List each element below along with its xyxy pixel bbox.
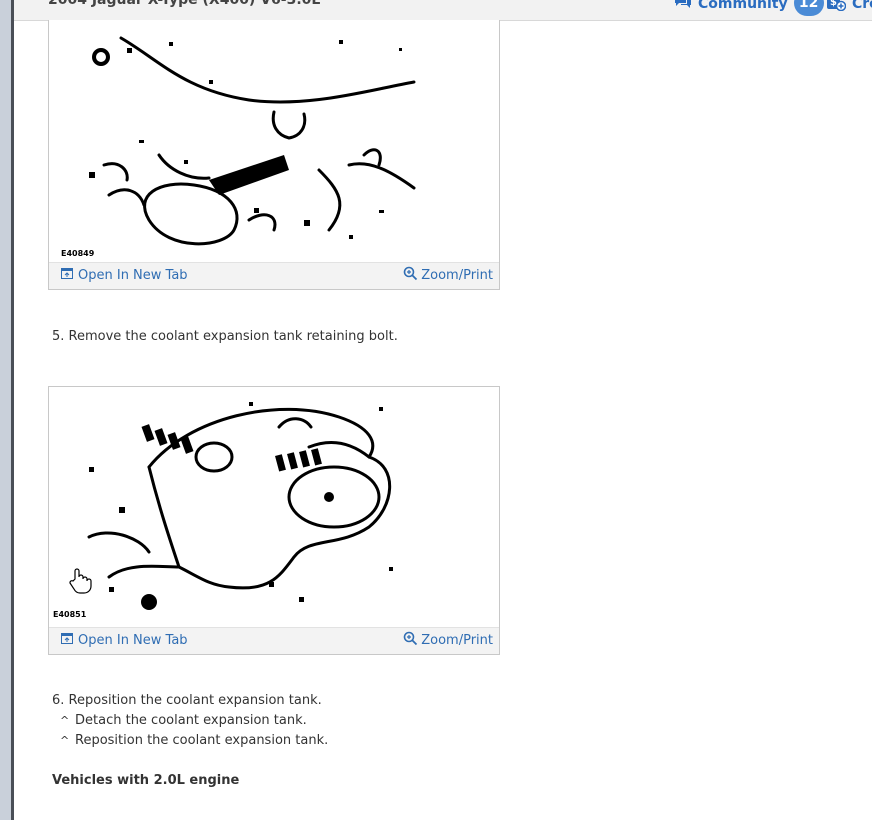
bullet-text: Detach the coolant expansion tank. [75, 713, 307, 728]
community-label: Community [698, 0, 788, 12]
figure-card-1: E40849 Open In New Tab Zoom/Print [48, 20, 500, 290]
hand-cursor-icon [69, 568, 92, 594]
new-tab-icon [61, 633, 73, 648]
caret-marker: ^ [60, 734, 70, 747]
zoom-icon [403, 631, 418, 650]
step-6-text: 6. Reposition the coolant expansion tank… [52, 693, 322, 708]
window-border [11, 0, 14, 820]
new-tab-icon [61, 268, 73, 283]
caret-marker: ^ [60, 714, 70, 727]
bullet-text: Reposition the coolant expansion tank. [75, 733, 329, 748]
window-left-edge [0, 0, 11, 820]
section-subheading: Vehicles with 2.0L engine [52, 773, 240, 788]
open-in-new-tab-label: Open In New Tab [78, 633, 188, 648]
open-in-new-tab-link-2[interactable]: Open In New Tab [61, 633, 188, 648]
image-code-1: E40849 [61, 249, 95, 258]
community-count-badge: 12 [793, 0, 824, 16]
figure-toolbar-2: Open In New Tab Zoom/Print [49, 627, 499, 654]
step-5-text: 5. Remove the coolant expansion tank ret… [52, 329, 398, 344]
zoom-icon [403, 266, 418, 285]
engine-diagram-image-2[interactable]: E40851 [49, 387, 499, 625]
create-button[interactable]: $ Creat [826, 0, 872, 16]
vehicle-title: 2004 Jaguar X-Type (X400) V6-3.0L [48, 0, 321, 8]
zoom-print-link-1[interactable]: Zoom/Print [403, 266, 493, 285]
create-label: Creat [852, 0, 872, 12]
zoom-print-label: Zoom/Print [421, 633, 493, 648]
top-header-bar: 2004 Jaguar X-Type (X400) V6-3.0L Commun… [14, 0, 872, 21]
community-button[interactable]: Community 12 [674, 0, 824, 16]
create-estimate-icon: $ [826, 0, 847, 15]
figure-toolbar-1: Open In New Tab Zoom/Print [49, 262, 499, 289]
engine-diagram-image-1[interactable]: E40849 [49, 20, 499, 261]
step-6-bullet-1: ^ Detach the coolant expansion tank. [60, 713, 307, 728]
step-6-bullet-2: ^ Reposition the coolant expansion tank. [60, 733, 328, 748]
figure-card-2: E40851 Open In New Tab Zoom/Print [48, 386, 500, 655]
zoom-print-link-2[interactable]: Zoom/Print [403, 631, 493, 650]
image-code-2: E40851 [53, 610, 87, 619]
open-in-new-tab-label: Open In New Tab [78, 268, 188, 283]
chat-bubbles-icon [674, 0, 692, 14]
zoom-print-label: Zoom/Print [421, 268, 493, 283]
open-in-new-tab-link-1[interactable]: Open In New Tab [61, 268, 188, 283]
